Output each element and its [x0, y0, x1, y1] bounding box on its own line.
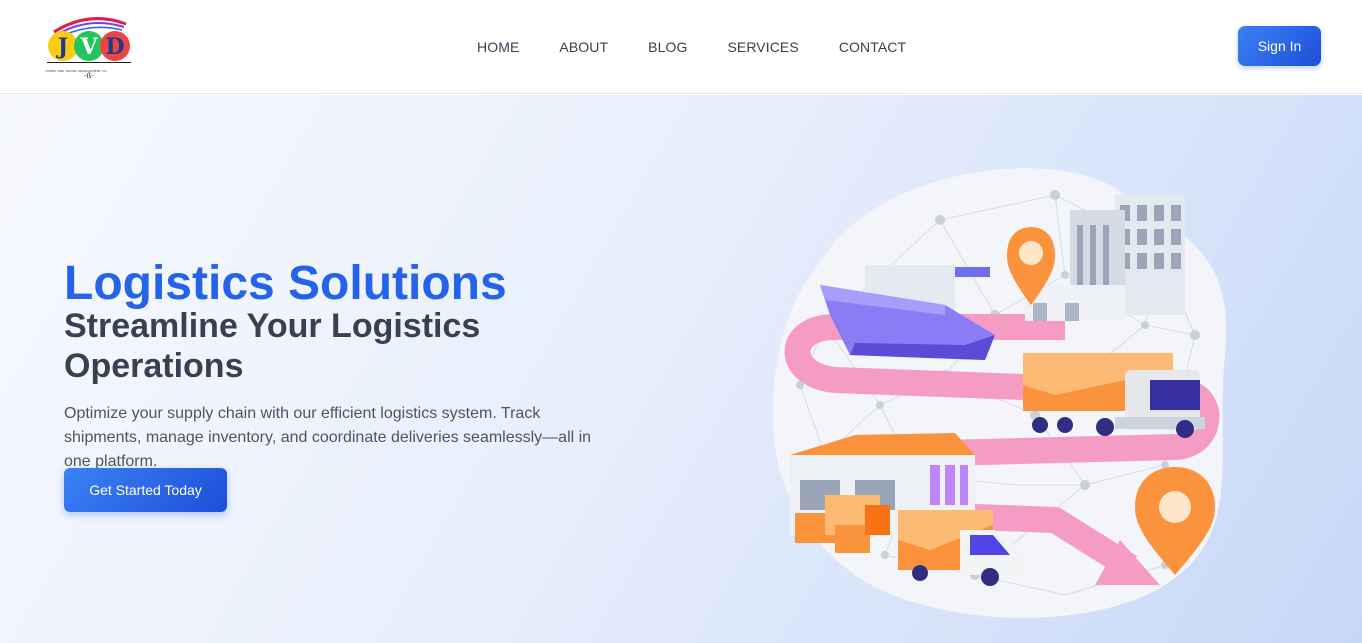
svg-text:J: J — [56, 34, 68, 60]
svg-text:V: V — [79, 34, 98, 60]
logistics-illustration — [765, 155, 1235, 625]
nav-contact[interactable]: CONTACT — [839, 38, 906, 56]
logo[interactable]: J V D -ß- EVENT AND TRAVEL MANAGEMENT CO — [44, 12, 134, 82]
nav-about[interactable]: ABOUT — [559, 38, 608, 56]
logistics-illustration-graphic — [772, 168, 1227, 618]
hero-title: Logistics Solutions — [64, 257, 507, 310]
hero-section: Logistics Solutions Streamline Your Logi… — [0, 95, 1362, 643]
sign-in-button[interactable]: Sign In — [1238, 26, 1321, 66]
svg-text:D: D — [105, 34, 124, 60]
logo-tagline: EVENT AND TRAVEL MANAGEMENT CO — [46, 69, 107, 73]
main-nav: HOME ABOUT BLOG SERVICES CONTACT — [477, 38, 946, 56]
nav-home[interactable]: HOME — [477, 38, 519, 56]
nav-services[interactable]: SERVICES — [727, 38, 798, 56]
hero-subtitle: Streamline Your Logistics Operations — [64, 307, 481, 385]
svg-text:-ß-: -ß- — [85, 73, 95, 80]
nav-blog[interactable]: BLOG — [648, 38, 687, 56]
hero-description: Optimize your supply chain with our effi… — [64, 405, 592, 470]
site-header: J V D -ß- EVENT AND TRAVEL MANAGEMENT CO… — [0, 0, 1362, 94]
hero-text: Logistics Solutions Streamline Your Logi… — [64, 258, 624, 474]
get-started-button[interactable]: Get Started Today — [64, 468, 227, 512]
